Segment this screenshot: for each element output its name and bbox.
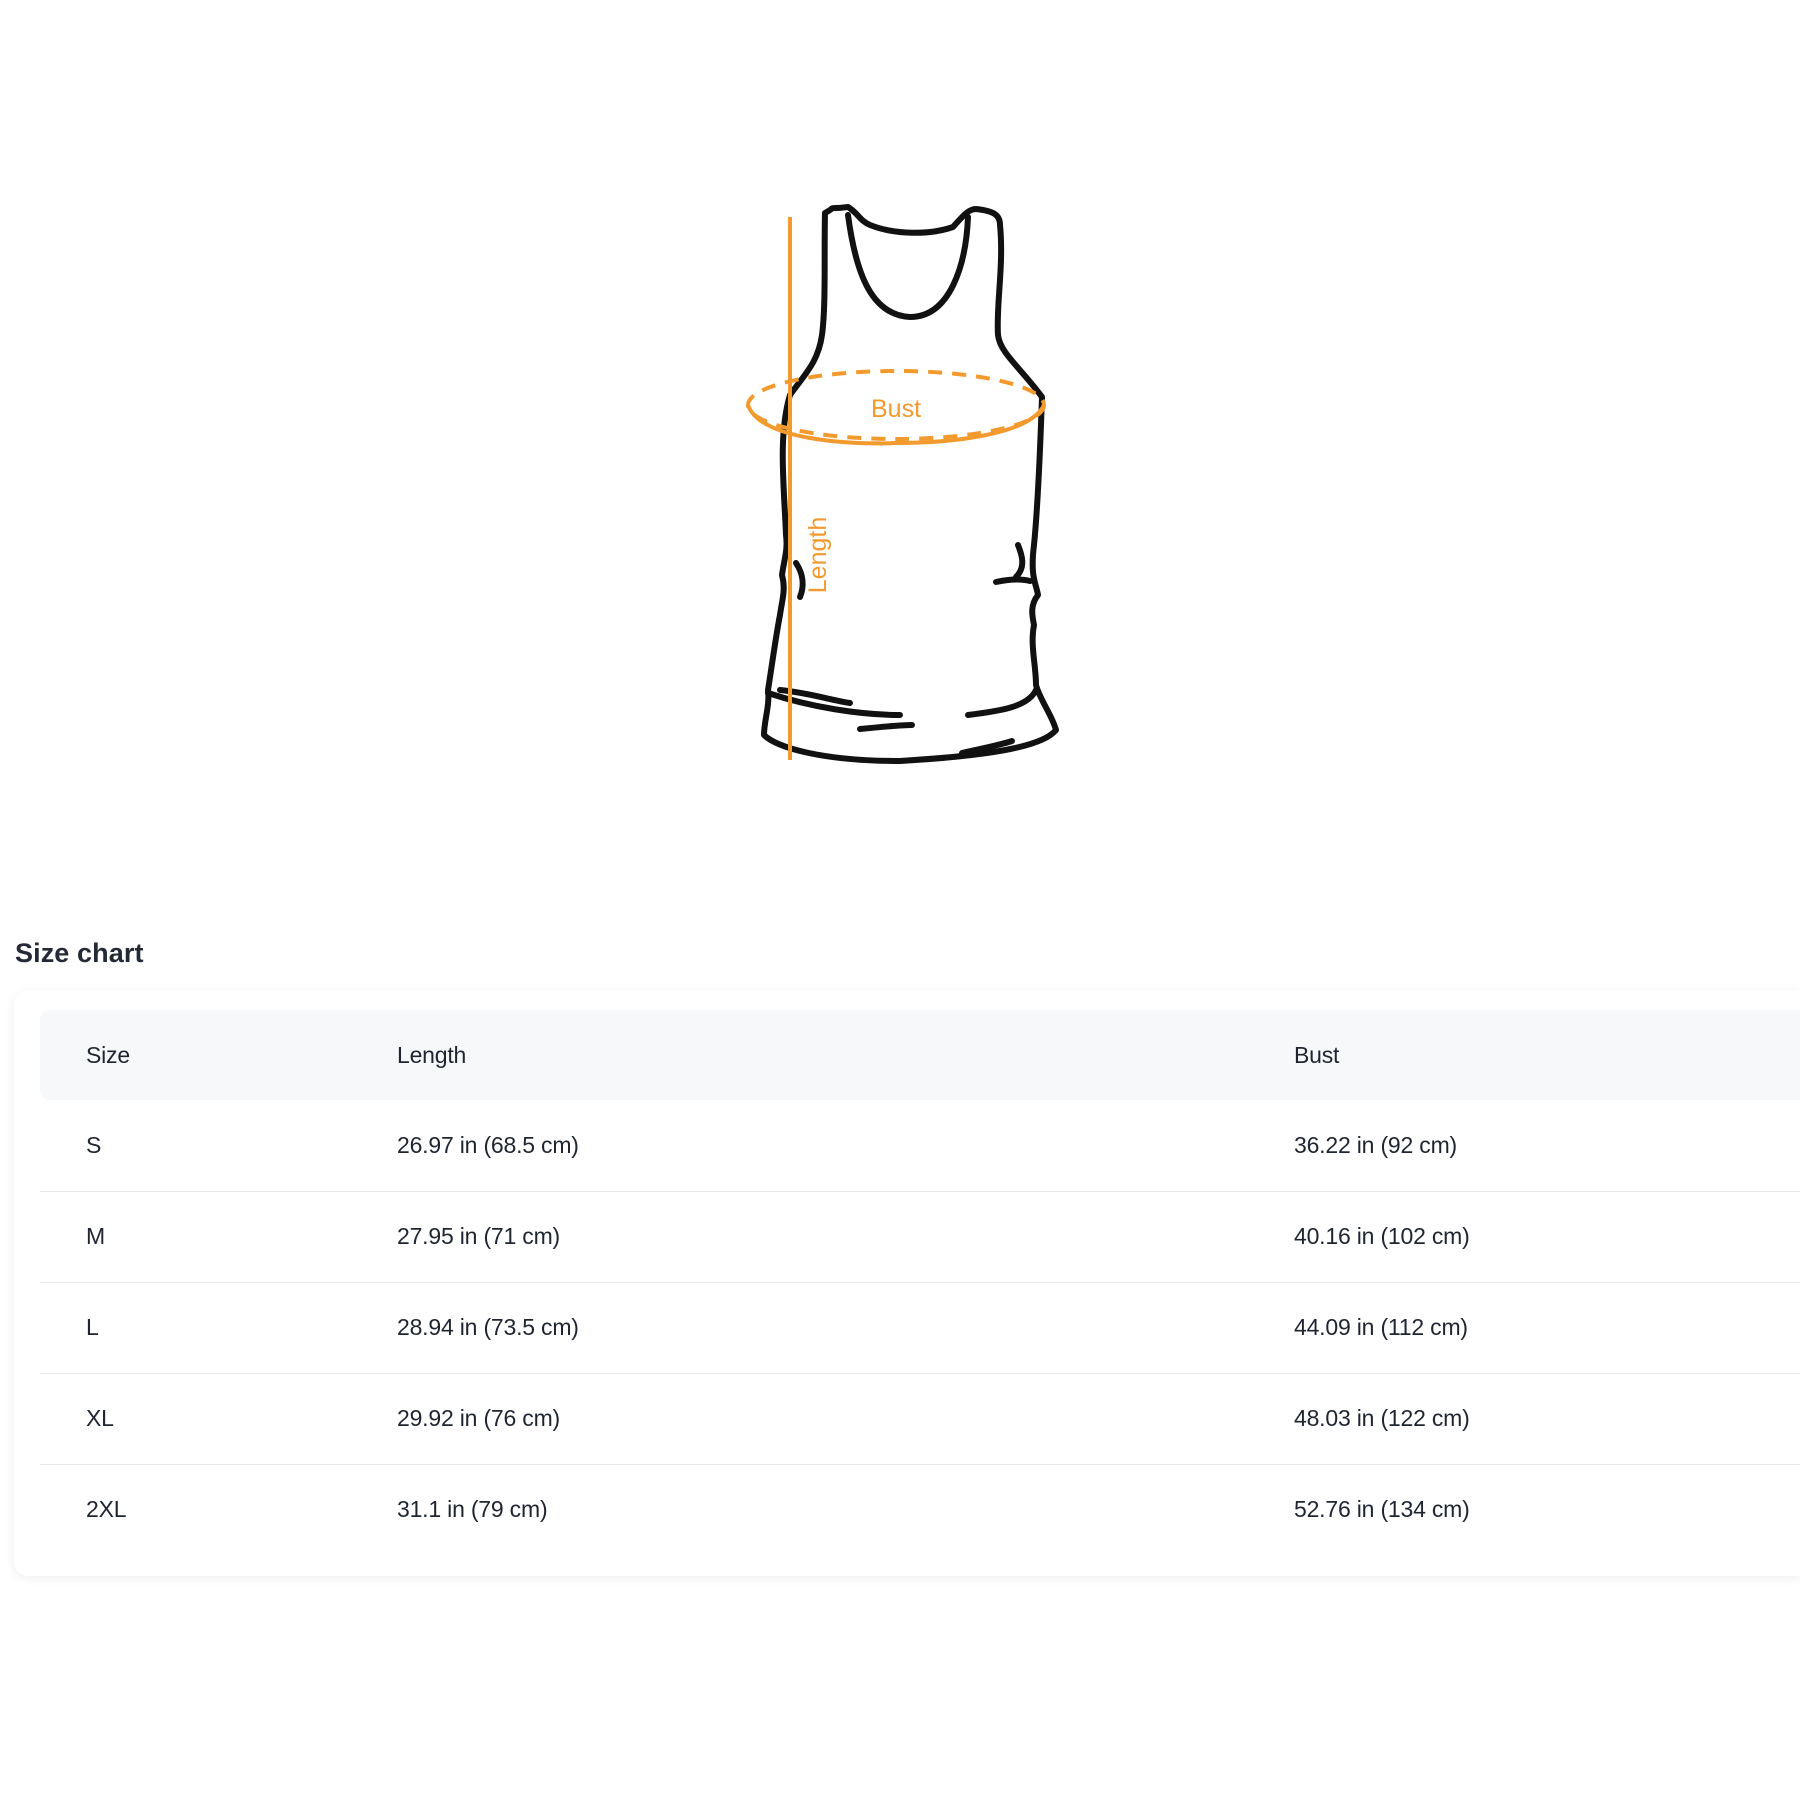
size-chart-table: Size Length Bust S 26.97 in (68.5 cm) 36… [40, 1010, 1800, 1555]
cell-bust: 44.09 in (112 cm) [1294, 1281, 1800, 1373]
table-header-row: Size Length Bust [40, 1010, 1800, 1100]
table-row: S 26.97 in (68.5 cm) 36.22 in (92 cm) [40, 1100, 1800, 1191]
size-chart-card: Size Length Bust S 26.97 in (68.5 cm) 36… [14, 990, 1800, 1576]
cell-length: 29.92 in (76 cm) [397, 1372, 1294, 1464]
tank-top-illustration: Bust Length [700, 195, 1100, 785]
cell-length: 31.1 in (79 cm) [397, 1463, 1294, 1555]
cell-size: 2XL [40, 1463, 397, 1555]
table-row: XL 29.92 in (76 cm) 48.03 in (122 cm) [40, 1372, 1800, 1464]
cell-size: L [40, 1281, 397, 1373]
cell-size: XL [40, 1372, 397, 1464]
cell-bust: 48.03 in (122 cm) [1294, 1372, 1800, 1464]
cell-length: 26.97 in (68.5 cm) [397, 1131, 579, 1158]
cell-bust: 40.16 in (102 cm) [1294, 1190, 1800, 1282]
column-header-bust: Bust [1294, 1010, 1800, 1100]
column-header-size: Size [40, 1010, 397, 1100]
bust-label: Bust [871, 395, 921, 423]
table-row: M 27.95 in (71 cm) 40.16 in (102 cm) [40, 1190, 1800, 1282]
tank-top-outline [761, 204, 1059, 764]
cell-bust: 36.22 in (92 cm) [1294, 1131, 1457, 1158]
cell-size: S [86, 1131, 102, 1158]
length-label: Length [804, 517, 832, 593]
cell-size: M [40, 1190, 397, 1282]
table-row: L 28.94 in (73.5 cm) 44.09 in (112 cm) [40, 1281, 1800, 1373]
size-chart-title: Size chart [15, 938, 144, 968]
cell-bust: 52.76 in (134 cm) [1294, 1463, 1800, 1555]
tank-top-diagram: Bust Length [746, 204, 1059, 764]
cell-length: 28.94 in (73.5 cm) [397, 1281, 1294, 1373]
table-row: 2XL 31.1 in (79 cm) 52.76 in (134 cm) [40, 1463, 1800, 1555]
column-header-length: Length [397, 1010, 1294, 1100]
cell-length: 27.95 in (71 cm) [397, 1190, 1294, 1282]
